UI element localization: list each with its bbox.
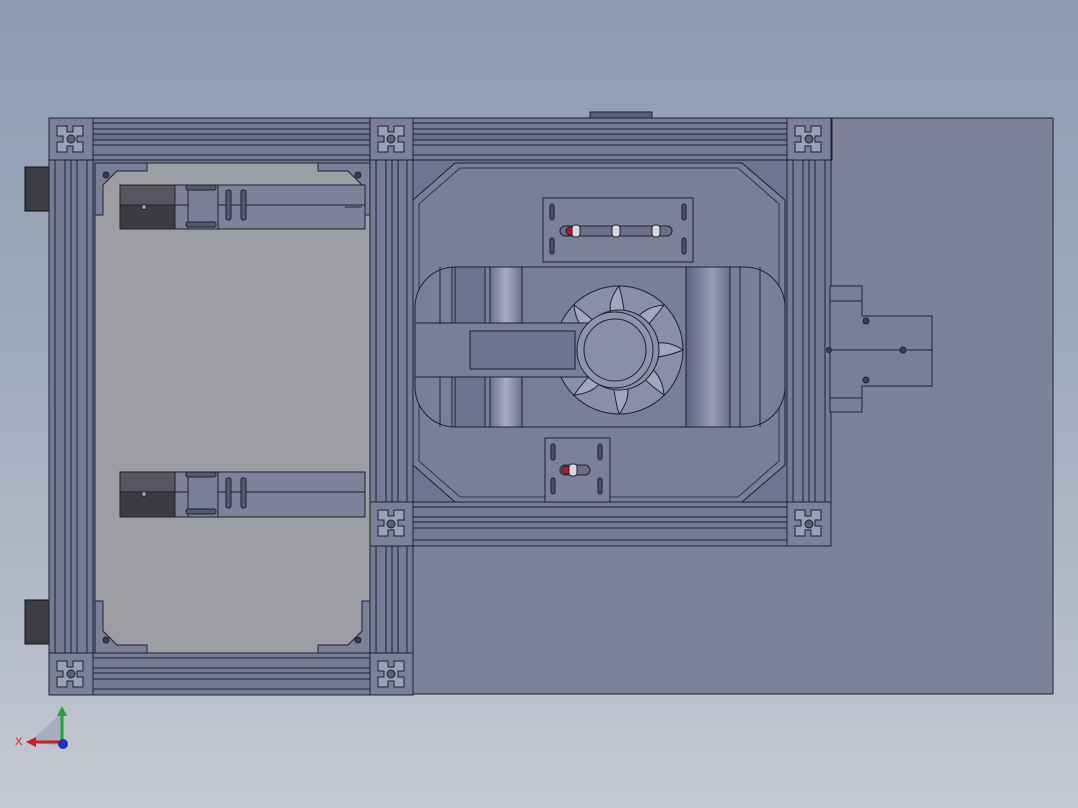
- axis-triad: X: [15, 706, 68, 749]
- bottom-slot-plate[interactable]: [544, 437, 611, 503]
- right-vertical-rail[interactable]: [786, 159, 832, 503]
- top-tab: [589, 111, 653, 119]
- top-slot-plate[interactable]: [542, 197, 694, 263]
- left-bumper-top[interactable]: [24, 166, 51, 212]
- cad-viewport[interactable]: X: [0, 0, 1078, 808]
- x-axis-label: X: [15, 736, 23, 748]
- left-bumper-bottom[interactable]: [24, 599, 51, 645]
- left-gray-panel[interactable]: [94, 162, 371, 654]
- left-vertical-rail[interactable]: [48, 159, 94, 654]
- upper-slider-assembly[interactable]: [119, 184, 366, 230]
- z-axis-icon: [58, 739, 68, 749]
- assembly-drawing[interactable]: X: [0, 0, 1078, 808]
- lower-slider-assembly[interactable]: [119, 471, 366, 518]
- middle-rail[interactable]: [412, 501, 832, 547]
- top-rail[interactable]: [91, 117, 833, 161]
- bottom-rail-left[interactable]: [91, 652, 413, 696]
- center-vertical-rail[interactable]: [369, 159, 414, 654]
- crank-arm[interactable]: [414, 311, 654, 389]
